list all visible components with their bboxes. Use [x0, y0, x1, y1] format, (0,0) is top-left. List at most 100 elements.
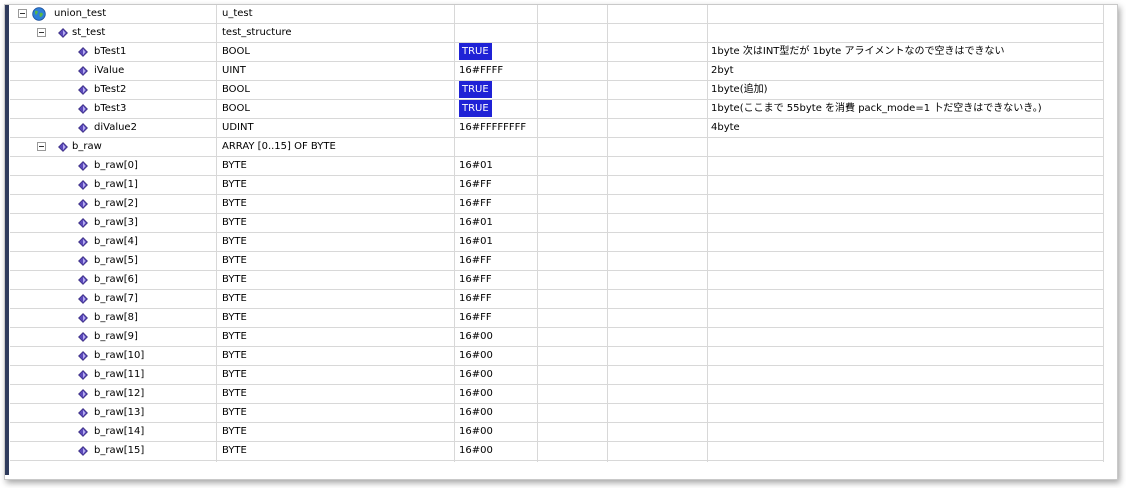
value-cell[interactable]: TRUE: [459, 81, 539, 99]
variable-icon: [78, 351, 88, 361]
value-cell[interactable]: 16#00: [459, 328, 539, 346]
variable-grid: union_test u_test st_test test_structure bTe…: [10, 5, 1104, 462]
value-cell[interactable]: 16#FF: [459, 176, 539, 194]
collapse-toggle[interactable]: [18, 9, 27, 18]
variable-icon: [78, 104, 88, 114]
value-cell[interactable]: TRUE: [459, 43, 539, 61]
tree-row[interactable]: b_raw[0] BYTE 16#01: [10, 157, 1104, 176]
variable-type: BYTE: [222, 388, 247, 399]
variable-name: b_raw[11]: [94, 369, 145, 380]
variable-name: b_raw[3]: [94, 217, 138, 228]
tree-row[interactable]: union_test u_test: [10, 5, 1104, 24]
tree-row[interactable]: b_raw[6] BYTE 16#FF: [10, 271, 1104, 290]
variable-type: BYTE: [222, 350, 247, 361]
value-cell[interactable]: 16#00: [459, 404, 539, 422]
variable-type: BYTE: [222, 369, 247, 380]
value-cell[interactable]: 16#00: [459, 442, 539, 460]
value-cell[interactable]: 16#00: [459, 347, 539, 365]
variable-comment: [711, 138, 1101, 156]
variable-type: BYTE: [222, 407, 247, 418]
variable-comment: [711, 290, 1101, 308]
variable-icon: [78, 332, 88, 342]
tree-row[interactable]: b_raw[7] BYTE 16#FF: [10, 290, 1104, 309]
variable-comment: [711, 385, 1101, 403]
variable-comment: [711, 328, 1101, 346]
variable-icon: [78, 370, 88, 380]
variable-icon: [78, 199, 88, 209]
variable-comment: [711, 157, 1101, 175]
variable-icon: [78, 389, 88, 399]
collapse-toggle[interactable]: [37, 142, 46, 151]
value-cell[interactable]: 16#FF: [459, 290, 539, 308]
variable-type: BYTE: [222, 293, 247, 304]
variable-comment: [711, 195, 1101, 213]
value-cell[interactable]: 16#01: [459, 214, 539, 232]
variable-type: BYTE: [222, 160, 247, 171]
tree-row[interactable]: b_raw[4] BYTE 16#01: [10, 233, 1104, 252]
tree-row[interactable]: b_raw[15] BYTE 16#00: [10, 442, 1104, 461]
variable-value: 16#00: [459, 388, 493, 399]
tree-row[interactable]: b_raw[9] BYTE 16#00: [10, 328, 1104, 347]
value-cell[interactable]: 16#FF: [459, 252, 539, 270]
variable-type: BOOL: [222, 84, 250, 95]
tree-row[interactable]: b_raw[8] BYTE 16#FF: [10, 309, 1104, 328]
variable-name: bTest3: [94, 103, 127, 114]
variable-icon: [78, 313, 88, 323]
variable-comment: 1byte(追加): [711, 84, 768, 95]
tree-row[interactable]: b_raw[10] BYTE 16#00: [10, 347, 1104, 366]
value-cell[interactable]: 16#00: [459, 423, 539, 441]
variable-type: test_structure: [222, 27, 292, 38]
tree-row[interactable]: b_raw ARRAY [0..15] OF BYTE: [10, 138, 1104, 157]
tree-row[interactable]: b_raw[11] BYTE 16#00: [10, 366, 1104, 385]
variable-type: BYTE: [222, 236, 247, 247]
value-cell[interactable]: 16#01: [459, 233, 539, 251]
tree-row[interactable]: bTest3 BOOL TRUE 1byte(ここまで 55byte を消費 pack…: [10, 100, 1104, 119]
variable-value: 16#00: [459, 350, 493, 361]
variable-comment: [711, 176, 1101, 194]
value-cell[interactable]: 16#FF: [459, 309, 539, 327]
value-cell[interactable]: 16#FFFF: [459, 62, 539, 80]
variable-icon: [78, 161, 88, 171]
tree-row[interactable]: b_raw[13] BYTE 16#00: [10, 404, 1104, 423]
variable-comment: [711, 252, 1101, 270]
tree-row[interactable]: b_raw[14] BYTE 16#00: [10, 423, 1104, 442]
variable-type: BYTE: [222, 217, 247, 228]
tree-row[interactable]: b_raw[2] BYTE 16#FF: [10, 195, 1104, 214]
variable-name: diValue2: [94, 122, 137, 133]
variable-icon: [78, 408, 88, 418]
tree-row[interactable]: b_raw[1] BYTE 16#FF: [10, 176, 1104, 195]
value-cell[interactable]: 16#FF: [459, 271, 539, 289]
value-cell[interactable]: [459, 5, 539, 23]
variable-comment: [711, 442, 1101, 460]
tree-row[interactable]: st_test test_structure: [10, 24, 1104, 43]
value-cell[interactable]: 16#00: [459, 366, 539, 384]
variable-value: 16#FFFF: [459, 65, 504, 76]
tree-row[interactable]: b_raw[5] BYTE 16#FF: [10, 252, 1104, 271]
value-cell[interactable]: TRUE: [459, 100, 539, 118]
variable-type: BYTE: [222, 274, 247, 285]
value-cell[interactable]: [459, 24, 539, 42]
tree-row[interactable]: iValue UINT 16#FFFF 2byt: [10, 62, 1104, 81]
tree-row[interactable]: bTest1 BOOL TRUE 1byte 次はINT型だが 1byte アライメン…: [10, 43, 1104, 62]
variable-icon: [78, 85, 88, 95]
variable-value: 16#FF: [459, 255, 492, 266]
value-cell[interactable]: 16#FFFFFFFF: [459, 119, 539, 137]
value-cell[interactable]: 16#00: [459, 385, 539, 403]
variable-icon: [78, 256, 88, 266]
tree-row[interactable]: b_raw[12] BYTE 16#00: [10, 385, 1104, 404]
tree-row[interactable]: bTest2 BOOL TRUE 1byte(追加): [10, 81, 1104, 100]
variable-icon: [78, 66, 88, 76]
tree-row[interactable]: b_raw[3] BYTE 16#01: [10, 214, 1104, 233]
variable-name: b_raw[5]: [94, 255, 138, 266]
value-cell[interactable]: 16#01: [459, 157, 539, 175]
tree-row[interactable]: diValue2 UDINT 16#FFFFFFFF 4byte: [10, 119, 1104, 138]
variable-value: 16#FF: [459, 198, 492, 209]
variable-icon: [78, 294, 88, 304]
value-cell[interactable]: [459, 138, 539, 156]
value-cell[interactable]: 16#FF: [459, 195, 539, 213]
variable-value: 16#FF: [459, 312, 492, 323]
variable-value: 16#00: [459, 331, 493, 342]
variable-name: iValue: [94, 65, 125, 76]
collapse-toggle[interactable]: [37, 28, 46, 37]
variable-icon: [78, 180, 88, 190]
